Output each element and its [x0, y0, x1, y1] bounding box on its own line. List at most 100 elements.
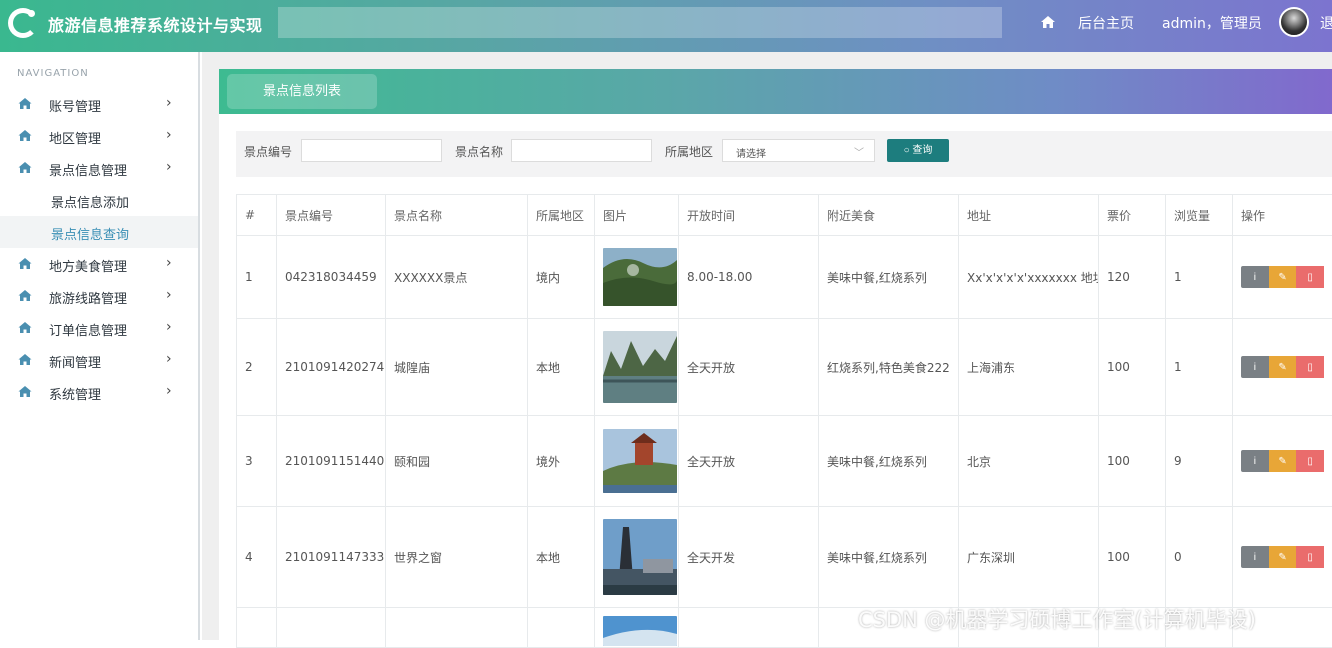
cell-views: 1 — [1166, 236, 1233, 319]
column-header: 景点名称 — [386, 195, 528, 236]
avatar[interactable] — [1279, 7, 1309, 37]
query-button[interactable]: ○ 查询 — [887, 139, 949, 162]
sidebar-item-label: 景点信息管理 — [49, 160, 127, 179]
cell-food: 红烧系列,特色美食222 — [819, 319, 959, 416]
cell-index — [237, 608, 277, 648]
cell-hours: 全天开放 — [679, 319, 819, 416]
tab-scenic-list[interactable]: 景点信息列表 — [227, 74, 377, 109]
code-filter-input[interactable] — [301, 139, 442, 162]
sidebar-item-order[interactable]: 订单信息管理 › — [0, 312, 198, 344]
edit-button[interactable]: ✎ — [1269, 450, 1297, 472]
app-title: 旅游信息推荐系统设计与实现 — [48, 12, 263, 36]
cell-code: 2101091151440 — [277, 416, 386, 507]
column-header: 浏览量 — [1166, 195, 1233, 236]
scenic-photo — [603, 331, 677, 403]
cell-image — [595, 319, 679, 416]
admin-home-link[interactable]: 后台主页 — [1078, 13, 1134, 33]
home-icon — [18, 257, 32, 270]
top-bar: 旅游信息推荐系统设计与实现 后台主页 admin，管理员 退 — [0, 0, 1332, 52]
sidebar-subitem-scenic-add[interactable]: 景点信息添加 — [0, 184, 198, 216]
delete-button[interactable]: ▯ — [1296, 356, 1324, 378]
column-header: 所属地区 — [528, 195, 595, 236]
delete-button[interactable]: ▯ — [1296, 546, 1324, 568]
region-select[interactable]: 请选择 ﹀ — [722, 139, 875, 162]
cell-index: 3 — [237, 416, 277, 507]
cell-region: 境内 — [528, 236, 595, 319]
scenic-table: # 景点编号 景点名称 所属地区 图片 开放时间 附近美食 地址 票价 浏览量 … — [236, 194, 1332, 648]
sidebar-item-label: 地区管理 — [49, 128, 101, 147]
edit-button[interactable]: ✎ — [1269, 546, 1297, 568]
cell-address: Xx'x'x'x'x'xxxxxxx 地址 — [959, 236, 1099, 319]
chevron-right-icon: › — [166, 319, 172, 335]
scenic-photo — [603, 519, 677, 595]
current-user-label: admin，管理员 — [1162, 13, 1262, 33]
scenic-photo — [603, 429, 677, 493]
delete-button[interactable]: ▯ — [1296, 450, 1324, 472]
cell-name: 世界之窗 — [386, 507, 528, 608]
cell-code — [277, 608, 386, 648]
cell-price: 100 — [1099, 507, 1166, 608]
cell-region: 本地 — [528, 507, 595, 608]
edit-button[interactable]: ✎ — [1269, 266, 1297, 288]
table-header-row: # 景点编号 景点名称 所属地区 图片 开放时间 附近美食 地址 票价 浏览量 … — [237, 195, 1332, 236]
scenic-photo — [603, 248, 677, 306]
cell-image — [595, 416, 679, 507]
cell-image — [595, 236, 679, 319]
cell-hours — [679, 608, 819, 648]
sidebar-item-label: 地方美食管理 — [49, 256, 127, 275]
cell-code: 2101091420274 — [277, 319, 386, 416]
chevron-right-icon: › — [166, 287, 172, 303]
chevron-right-icon: › — [166, 159, 172, 175]
home-icon — [18, 161, 32, 174]
main-content: 景点信息列表 景点编号 景点名称 所属地区 请选择 ﹀ ○ 查询 # 景点编号 … — [202, 52, 1332, 640]
home-icon[interactable] — [1040, 14, 1056, 30]
sidebar-menu: 账号管理 › 地区管理 › 景点信息管理 › 景点信息添加 景点信息查询 地方美… — [0, 88, 198, 408]
cell-price: 120 — [1099, 236, 1166, 319]
column-header: # — [237, 195, 277, 236]
cell-address: 北京 — [959, 416, 1099, 507]
home-icon — [18, 385, 32, 398]
sidebar-subitem-scenic-query[interactable]: 景点信息查询 — [0, 216, 198, 248]
edit-button[interactable]: ✎ — [1269, 356, 1297, 378]
cell-food: 美味中餐,红烧系列 — [819, 507, 959, 608]
chevron-right-icon: › — [166, 127, 172, 143]
sidebar-item-news[interactable]: 新闻管理 › — [0, 344, 198, 376]
name-filter-input[interactable] — [511, 139, 652, 162]
cell-food: 美味中餐,红烧系列 — [819, 236, 959, 319]
home-icon — [18, 289, 32, 302]
scenic-photo — [603, 616, 677, 646]
cell-name: 颐和园 — [386, 416, 528, 507]
sidebar-item-label: 新闻管理 — [49, 352, 101, 371]
cell-index: 4 — [237, 507, 277, 608]
home-icon — [18, 321, 32, 334]
sidebar-item-system[interactable]: 系统管理 › — [0, 376, 198, 408]
sidebar-item-food[interactable]: 地方美食管理 › — [0, 248, 198, 280]
table-row: 2 2101091420274 城隍庙 本地 全天开放 红烧系列,特色美食222… — [237, 319, 1332, 416]
sidebar-item-route[interactable]: 旅游线路管理 › — [0, 280, 198, 312]
sidebar-item-account[interactable]: 账号管理 › — [0, 88, 198, 120]
sidebar-item-scenic[interactable]: 景点信息管理 › — [0, 152, 198, 184]
cell-price: 100 — [1099, 416, 1166, 507]
panel-header: 景点信息列表 — [219, 69, 1332, 114]
sidebar-subitem-label: 景点信息查询 — [51, 224, 129, 243]
info-button[interactable]: i — [1241, 356, 1269, 378]
sidebar-item-label: 账号管理 — [49, 96, 101, 115]
chevron-right-icon: › — [166, 383, 172, 399]
column-header: 操作 — [1233, 195, 1332, 236]
delete-button[interactable]: ▯ — [1296, 266, 1324, 288]
filter-bar: 景点编号 景点名称 所属地区 请选择 ﹀ ○ 查询 — [236, 131, 1332, 177]
top-search-input[interactable] — [278, 7, 1002, 38]
cell-code: 042318034459 — [277, 236, 386, 319]
search-icon: ○ — [904, 145, 910, 156]
code-filter-label: 景点编号 — [244, 143, 292, 160]
sidebar-item-label: 旅游线路管理 — [49, 288, 127, 307]
cell-region: 境外 — [528, 416, 595, 507]
logout-link[interactable]: 退 — [1320, 13, 1332, 33]
sidebar-item-region[interactable]: 地区管理 › — [0, 120, 198, 152]
info-button[interactable]: i — [1241, 546, 1269, 568]
info-button[interactable]: i — [1241, 266, 1269, 288]
chevron-down-icon: ﹀ — [854, 144, 864, 159]
info-button[interactable]: i — [1241, 450, 1269, 472]
cell-name: XXXXXX景点 — [386, 236, 528, 319]
chevron-right-icon: › — [166, 95, 172, 111]
